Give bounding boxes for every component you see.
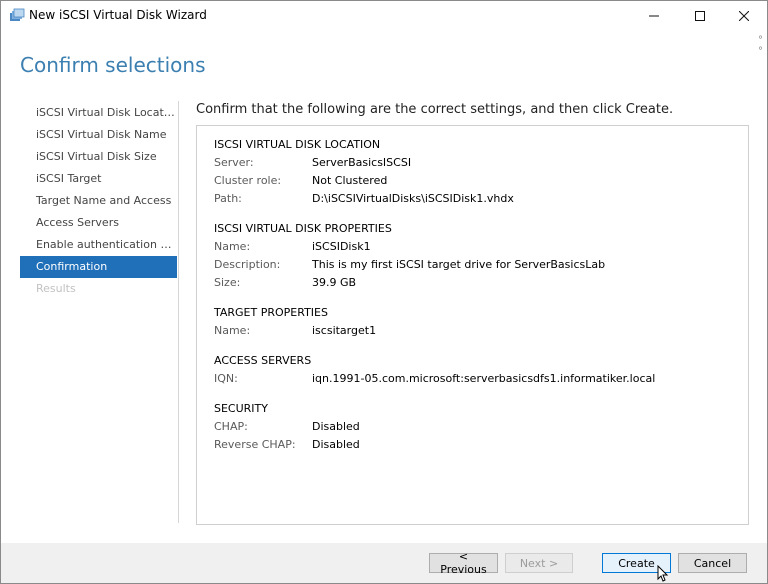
nav-item-disk-location[interactable]: iSCSI Virtual Disk Location — [20, 102, 177, 124]
nav-item-target-name-access[interactable]: Target Name and Access — [20, 190, 177, 212]
section-disk-location: ISCSI VIRTUAL DISK LOCATION Server: Serv… — [214, 136, 734, 208]
button-bar: < Previous Next > Create Cancel — [1, 543, 767, 583]
section-heading: ACCESS SERVERS — [214, 354, 312, 367]
row-value: iqn.1991-05.com.microsoft:serverbasicsdf… — [312, 372, 656, 385]
summary-panel: ISCSI VIRTUAL DISK LOCATION Server: Serv… — [196, 125, 749, 525]
close-button[interactable] — [721, 1, 767, 31]
summary-row: Description: This is my first iSCSI targ… — [214, 256, 734, 274]
row-key: IQN: — [214, 372, 238, 385]
row-value: Not Clustered — [312, 174, 388, 187]
resize-marker: °° — [758, 35, 763, 57]
row-value: ServerBasicsISCSI — [312, 156, 412, 169]
row-key: Cluster role: — [214, 174, 282, 187]
section-heading: SECURITY — [214, 402, 268, 415]
row-value: iscsitarget1 — [312, 324, 377, 337]
row-value: iSCSIDisk1 — [312, 240, 371, 253]
summary-row: Name: iscsitarget1 — [214, 322, 734, 340]
title-bar[interactable]: New iSCSI Virtual Disk Wizard — [1, 1, 767, 31]
nav-item-results: Results — [36, 282, 76, 295]
summary-row: Cluster role: Not Clustered — [214, 172, 734, 190]
nav-item-disk-size[interactable]: iSCSI Virtual Disk Size — [20, 146, 177, 168]
summary-row: Size: 39.9 GB — [214, 274, 734, 292]
row-key: Reverse CHAP: — [214, 438, 296, 451]
cancel-button[interactable]: Cancel — [678, 553, 747, 573]
section-heading: TARGET PROPERTIES — [214, 306, 328, 319]
row-key: Server: — [214, 156, 254, 169]
row-key: Size: — [214, 276, 241, 289]
summary-row: Server: ServerBasicsISCSI — [214, 154, 734, 172]
row-value: This is my first iSCSI target drive for … — [312, 258, 606, 271]
row-key: Path: — [214, 192, 242, 205]
section-heading: ISCSI VIRTUAL DISK PROPERTIES — [214, 222, 392, 235]
row-key: Description: — [214, 258, 281, 271]
maximize-button[interactable] — [677, 1, 723, 31]
section-access-servers: ACCESS SERVERS IQN: iqn.1991-05.com.micr… — [214, 352, 734, 388]
window-title: New iSCSI Virtual Disk Wizard — [29, 8, 207, 22]
row-key: CHAP: — [214, 420, 248, 433]
section-disk-properties: ISCSI VIRTUAL DISK PROPERTIES Name: iSCS… — [214, 220, 734, 292]
summary-row: CHAP: Disabled — [214, 418, 734, 436]
row-value: 39.9 GB — [312, 276, 357, 289]
nav-item-disk-name[interactable]: iSCSI Virtual Disk Name — [20, 124, 177, 146]
page-title: Confirm selections — [20, 53, 206, 77]
row-value: D:\iSCSIVirtualDisks\iSCSIDisk1.vhdx — [312, 192, 514, 205]
nav-item-confirmation[interactable]: Confirmation — [20, 256, 177, 278]
maximize-icon — [695, 11, 705, 21]
nav-divider — [178, 101, 179, 523]
wizard-window: New iSCSI Virtual Disk Wizard °° Confirm… — [0, 0, 768, 584]
summary-row: Path: D:\iSCSIVirtualDisks\iSCSIDisk1.vh… — [214, 190, 734, 208]
nav-item-enable-authentication[interactable]: Enable authentication ser... — [20, 234, 177, 256]
next-button: Next > — [505, 553, 573, 573]
row-key: Name: — [214, 324, 251, 337]
wizard-nav: iSCSI Virtual Disk Location iSCSI Virtua… — [20, 102, 177, 300]
previous-button[interactable]: < Previous — [429, 550, 498, 576]
row-value: Disabled — [312, 438, 360, 451]
nav-item-iscsi-target[interactable]: iSCSI Target — [20, 168, 177, 190]
minimize-button[interactable] — [631, 1, 677, 31]
section-security: SECURITY CHAP: Disabled Reverse CHAP: Di… — [214, 400, 734, 454]
intro-text: Confirm that the following are the corre… — [196, 102, 674, 117]
row-value: Disabled — [312, 420, 360, 433]
section-heading: ISCSI VIRTUAL DISK LOCATION — [214, 138, 381, 151]
close-icon — [739, 11, 749, 21]
mouse-cursor-icon — [657, 564, 669, 583]
summary-row: IQN: iqn.1991-05.com.microsoft:serverbas… — [214, 370, 734, 388]
nav-item-access-servers[interactable]: Access Servers — [20, 212, 177, 234]
section-target-properties: TARGET PROPERTIES Name: iscsitarget1 — [214, 304, 734, 340]
minimize-icon — [649, 15, 659, 17]
server-manager-icon — [9, 8, 25, 24]
row-key: Name: — [214, 240, 251, 253]
summary-row: Name: iSCSIDisk1 — [214, 238, 734, 256]
summary-row: Reverse CHAP: Disabled — [214, 436, 734, 454]
